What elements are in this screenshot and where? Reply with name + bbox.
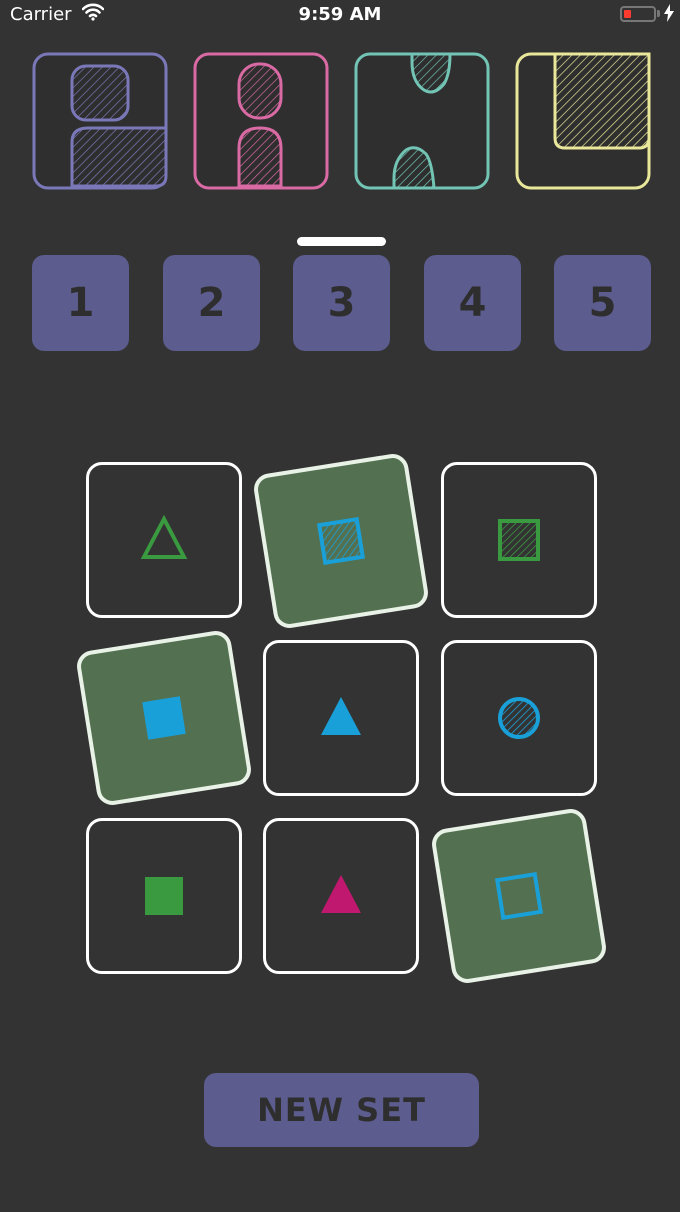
triangle-icon — [321, 697, 361, 735]
battery-icon — [620, 6, 656, 22]
card-green-outline-triangle[interactable] — [86, 462, 242, 618]
square-mark — [316, 516, 366, 566]
triangle-mark — [321, 875, 361, 913]
new-set-button[interactable]: NEW SET — [204, 1073, 479, 1147]
logo-letter-p-icon — [32, 52, 168, 190]
square-mark — [498, 519, 540, 561]
triangle-mark — [321, 697, 361, 735]
circle-icon — [498, 697, 540, 739]
card-magenta-solid-triangle[interactable] — [263, 818, 419, 974]
logo-letter-l-icon — [515, 52, 651, 190]
card-blue-striped-square[interactable] — [251, 451, 431, 631]
card-blue-solid-triangle[interactable] — [263, 640, 419, 796]
square-icon — [145, 877, 183, 915]
status-bar: Carrier 9:59 AM — [0, 0, 680, 30]
card-green-striped-square[interactable] — [441, 462, 597, 618]
triangle-icon — [140, 514, 188, 559]
square-icon — [142, 696, 186, 740]
selected-level-indicator — [297, 237, 386, 246]
level-1-button[interactable]: 1 — [32, 255, 129, 351]
level-5-button[interactable]: 5 — [554, 255, 651, 351]
square-mark — [145, 877, 183, 915]
triangle-mark — [140, 514, 188, 559]
square-icon — [498, 519, 540, 561]
square-icon — [316, 516, 366, 566]
card-blue-striped-circle[interactable] — [441, 640, 597, 796]
logo-letter-a-icon — [193, 52, 329, 190]
charging-bolt-icon — [664, 4, 674, 26]
triangle-icon — [321, 875, 361, 913]
card-green-solid-square[interactable] — [86, 818, 242, 974]
logo-letter-n-icon — [354, 52, 490, 190]
square-icon — [494, 871, 544, 921]
circle-mark — [498, 697, 540, 739]
level-3-button[interactable]: 3 — [293, 255, 390, 351]
square-mark — [494, 871, 544, 921]
square-mark — [142, 696, 186, 740]
level-2-button[interactable]: 2 — [163, 255, 260, 351]
card-blue-outline-square[interactable] — [429, 806, 609, 986]
level-4-button[interactable]: 4 — [424, 255, 521, 351]
status-time: 9:59 AM — [298, 4, 382, 25]
card-blue-solid-square[interactable] — [74, 628, 254, 808]
